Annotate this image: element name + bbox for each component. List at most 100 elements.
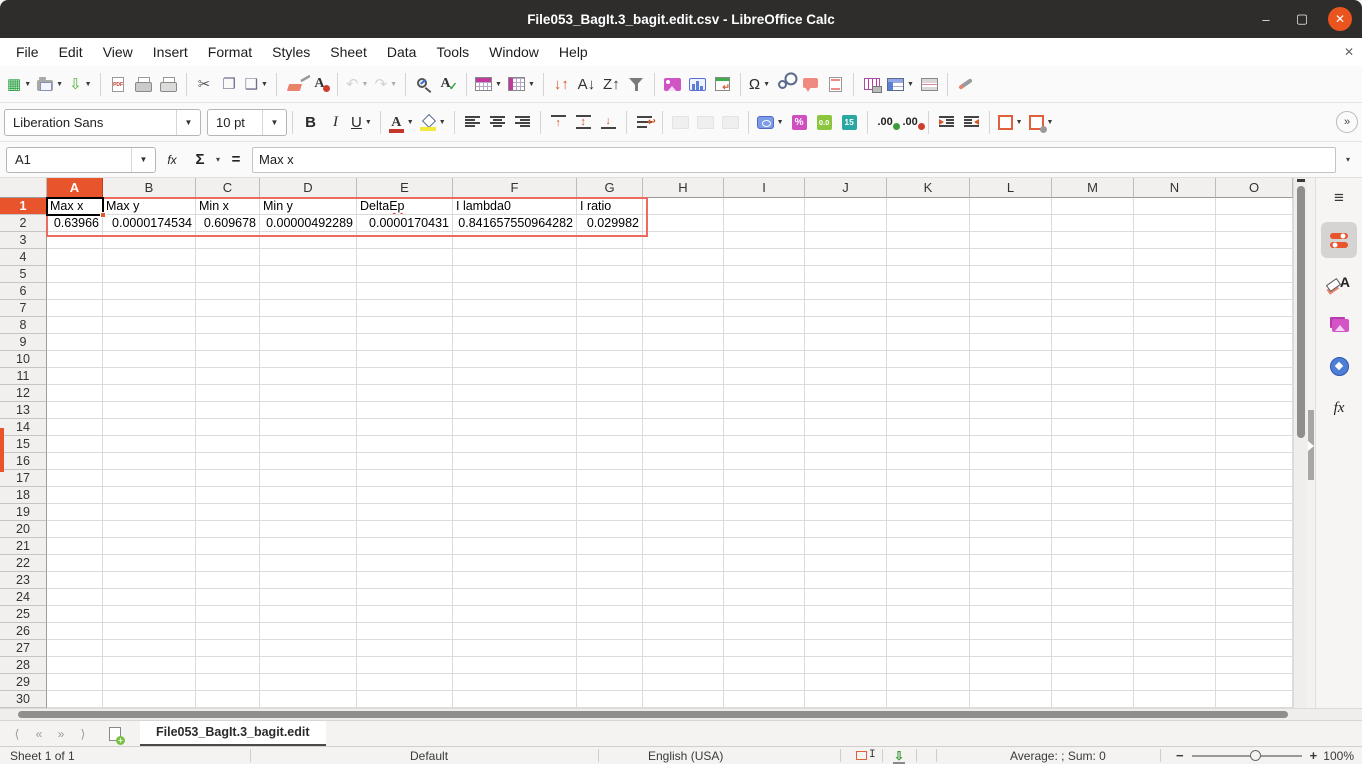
cell-G29[interactable] [577,674,643,691]
cell-N5[interactable] [1134,266,1216,283]
cell-K21[interactable] [887,538,970,555]
cell-N25[interactable] [1134,606,1216,623]
increase-indent-button[interactable] [934,109,959,136]
cell-H21[interactable] [643,538,724,555]
cell-H19[interactable] [643,504,724,521]
cell-M23[interactable] [1052,572,1134,589]
chevron-down-icon[interactable]: ▼ [362,81,369,88]
cell-H14[interactable] [643,419,724,436]
chevron-down-icon[interactable]: ▼ [407,119,414,126]
cell-E24[interactable] [357,589,453,606]
column-header-L[interactable]: L [970,178,1052,198]
cell-I1[interactable] [724,198,805,215]
cell-K1[interactable] [887,198,970,215]
cell-D12[interactable] [260,385,357,402]
cell-H30[interactable] [643,691,724,708]
row-header-2[interactable]: 2 [0,215,47,232]
navigator-button[interactable] [1321,348,1357,384]
cell-O10[interactable] [1216,351,1293,368]
cell-M28[interactable] [1052,657,1134,674]
cell-B1[interactable]: Max y [103,198,196,215]
cell-G16[interactable] [577,453,643,470]
chevron-down-icon[interactable]: ▼ [907,81,914,88]
cell-F10[interactable] [453,351,577,368]
cell-K27[interactable] [887,640,970,657]
cell-D27[interactable] [260,640,357,657]
cell-K13[interactable] [887,402,970,419]
cell-K28[interactable] [887,657,970,674]
cell-L18[interactable] [970,487,1052,504]
cell-G2[interactable]: 0.029982 [577,215,643,232]
cell-D29[interactable] [260,674,357,691]
cell-I17[interactable] [724,470,805,487]
cell-H5[interactable] [643,266,724,283]
cell-O8[interactable] [1216,317,1293,334]
cell-L29[interactable] [970,674,1052,691]
column-header-H[interactable]: H [643,178,724,198]
bold-button[interactable]: B [298,109,323,136]
row-header-25[interactable]: 25 [0,606,47,623]
cell-B3[interactable] [103,232,196,249]
vertical-scrollbar[interactable] [1293,178,1307,708]
cell-B18[interactable] [103,487,196,504]
date-format-button[interactable]: 15 [837,109,862,136]
undo-button[interactable]: ↶▼ [343,71,372,98]
cell-I11[interactable] [724,368,805,385]
cell-I24[interactable] [724,589,805,606]
align-right-button[interactable] [510,109,535,136]
cell-A26[interactable] [47,623,103,640]
cell-O30[interactable] [1216,691,1293,708]
cell-M18[interactable] [1052,487,1134,504]
split-handle[interactable] [1297,179,1305,182]
cell-E28[interactable] [357,657,453,674]
cell-O9[interactable] [1216,334,1293,351]
cell-N11[interactable] [1134,368,1216,385]
cell-C4[interactable] [196,249,260,266]
cell-N13[interactable] [1134,402,1216,419]
cell-I6[interactable] [724,283,805,300]
row-header-11[interactable]: 11 [0,368,47,385]
cell-H11[interactable] [643,368,724,385]
cell-E23[interactable] [357,572,453,589]
cell-B20[interactable] [103,521,196,538]
menu-insert[interactable]: Insert [143,41,198,63]
cell-G18[interactable] [577,487,643,504]
cell-G5[interactable] [577,266,643,283]
cell-M24[interactable] [1052,589,1134,606]
spreadsheet-grid[interactable]: ABCDEFGHIJKLMNO 1Max xMax yMin xMin yDel… [0,178,1293,708]
align-left-button[interactable] [460,109,485,136]
chevron-down-icon[interactable]: ▼ [528,81,535,88]
sheet-info[interactable]: Sheet 1 of 1 [10,749,75,763]
cell-F17[interactable] [453,470,577,487]
open-button[interactable]: ▼ [34,71,66,98]
column-header-O[interactable]: O [1216,178,1293,198]
row-header-5[interactable]: 5 [0,266,47,283]
cell-N19[interactable] [1134,504,1216,521]
styles-button[interactable] [1321,264,1357,300]
cell-M13[interactable] [1052,402,1134,419]
cell-C23[interactable] [196,572,260,589]
cell-I28[interactable] [724,657,805,674]
cell-O16[interactable] [1216,453,1293,470]
cell-N8[interactable] [1134,317,1216,334]
cell-K22[interactable] [887,555,970,572]
cell-D16[interactable] [260,453,357,470]
cell-C1[interactable]: Min x [196,198,260,215]
cell-N17[interactable] [1134,470,1216,487]
cell-K29[interactable] [887,674,970,691]
cell-H15[interactable] [643,436,724,453]
column-header-A[interactable]: A [47,178,103,198]
last-sheet-button[interactable]: ⟩ [72,723,94,745]
cell-L11[interactable] [970,368,1052,385]
cell-O13[interactable] [1216,402,1293,419]
cell-C30[interactable] [196,691,260,708]
cell-M29[interactable] [1052,674,1134,691]
cell-L30[interactable] [970,691,1052,708]
cell-A17[interactable] [47,470,103,487]
cell-A29[interactable] [47,674,103,691]
cell-J13[interactable] [805,402,887,419]
cell-B5[interactable] [103,266,196,283]
cell-E5[interactable] [357,266,453,283]
cell-C28[interactable] [196,657,260,674]
unmerge-cells-button[interactable] [718,109,743,136]
